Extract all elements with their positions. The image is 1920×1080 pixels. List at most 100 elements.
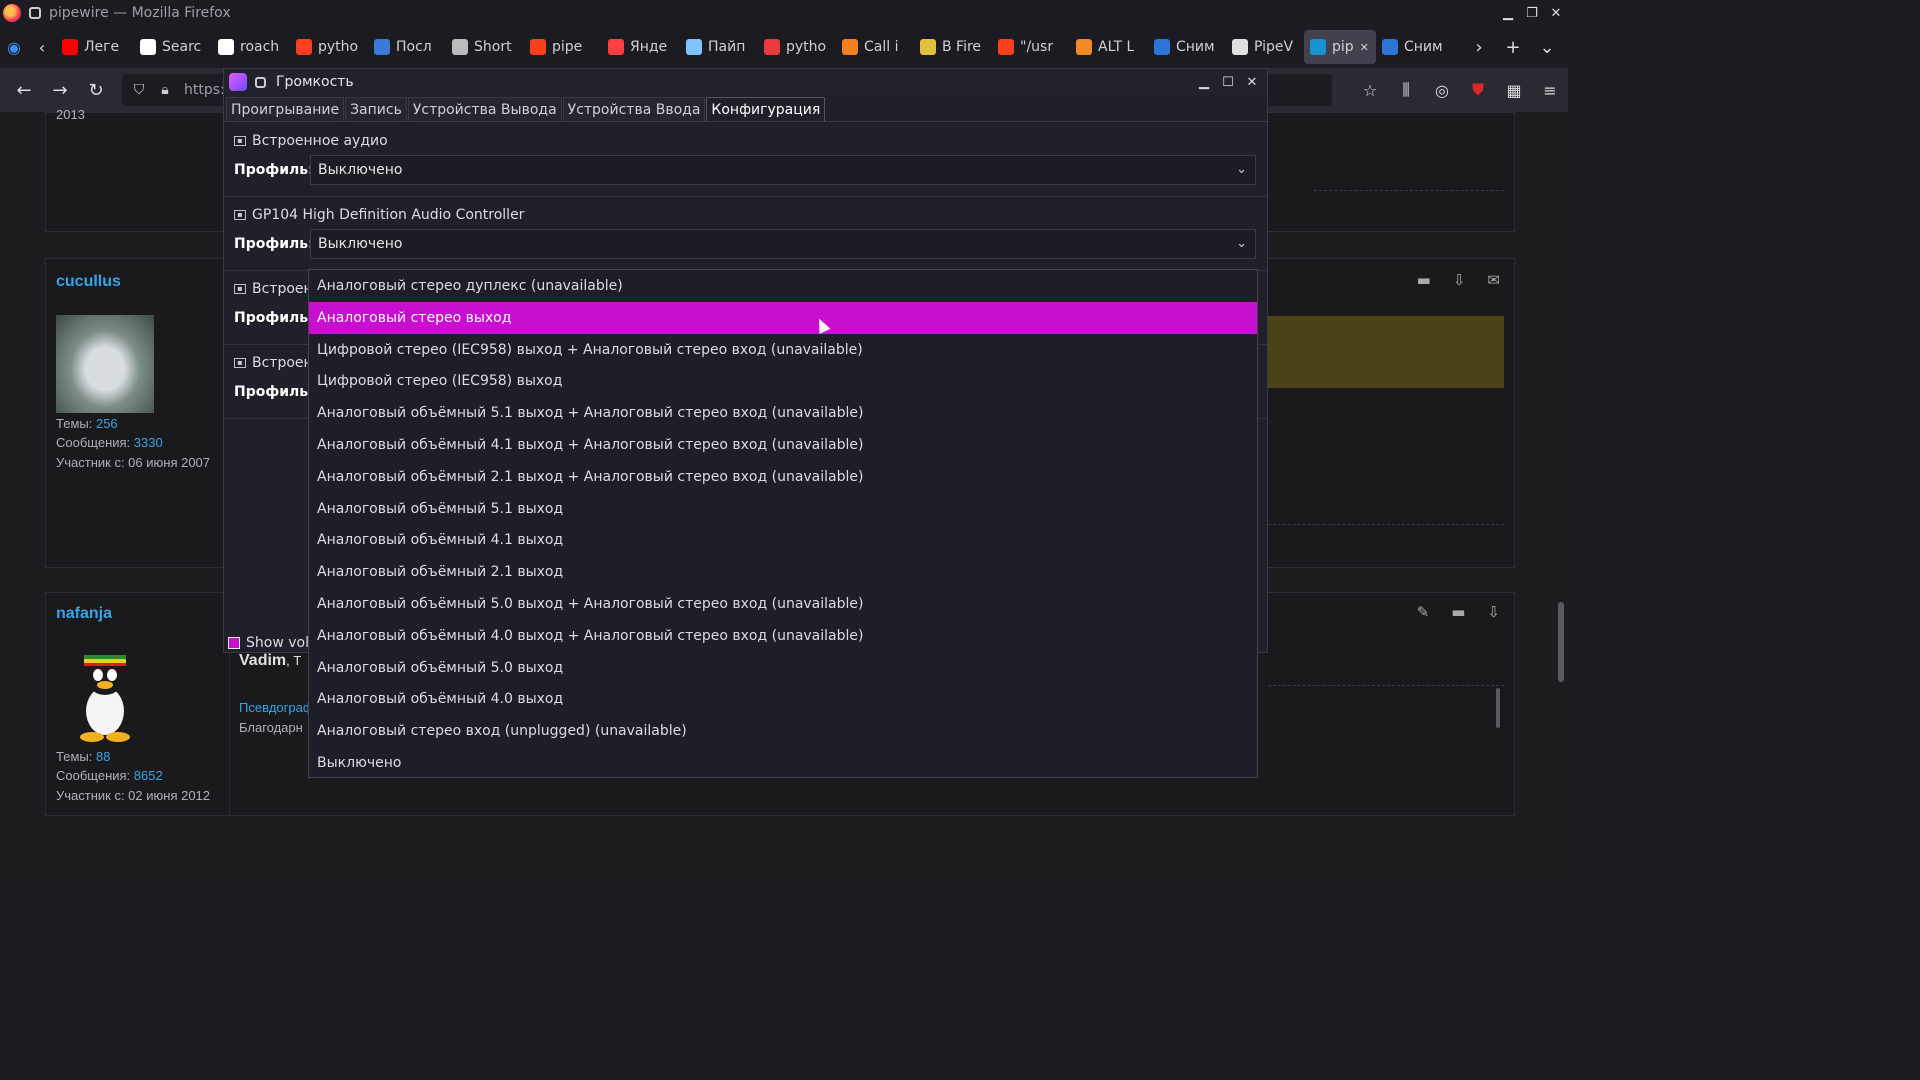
dropdown-option[interactable]: Аналоговый объёмный 5.1 выход	[309, 493, 1257, 525]
browser-tab[interactable]: pipe	[524, 30, 602, 64]
post-username[interactable]: cucullus	[56, 273, 121, 291]
browser-tab[interactable]: Short	[446, 30, 524, 64]
browser-tab[interactable]: Call i	[836, 30, 914, 64]
tab-label: pytho	[786, 39, 827, 55]
mail-icon[interactable]: ✉	[1487, 271, 1500, 289]
tab-playback[interactable]: Проигрывание	[226, 97, 345, 121]
dropdown-option[interactable]: Аналоговый объёмный 5.0 выход + Аналогов…	[309, 588, 1257, 620]
tab-divider	[224, 121, 1267, 122]
tab-output-devices[interactable]: Устройства Вывода	[407, 97, 562, 121]
tab-configuration[interactable]: Конфигурация	[706, 97, 826, 121]
browser-tab[interactable]: pytho	[758, 30, 836, 64]
avatar-penguin	[56, 645, 154, 743]
shield-icon[interactable]: ⛉	[130, 81, 148, 99]
dropdown-option[interactable]: Аналоговый объёмный 4.1 выход	[309, 524, 1257, 556]
quote-icon[interactable]: ⇩	[1487, 603, 1500, 621]
topics-count[interactable]: 256	[96, 416, 118, 431]
tab-close-icon[interactable]: ✕	[1360, 41, 1369, 54]
show-volume-meters[interactable]: Show volu	[228, 635, 318, 651]
page-scrollbar[interactable]	[1558, 602, 1564, 682]
code-scrollbar[interactable]	[1496, 688, 1500, 728]
post-link[interactable]: Псевдограф	[239, 700, 314, 715]
tab-list-chevron-icon[interactable]: ⌄	[1532, 32, 1562, 62]
post-username[interactable]: nafanja	[56, 605, 112, 623]
messages-count[interactable]: 3330	[134, 435, 163, 450]
dropdown-option[interactable]: Аналоговый объёмный 4.0 выход + Аналогов…	[309, 620, 1257, 652]
dropdown-option[interactable]: Выключено	[309, 747, 1257, 779]
profile-select[interactable]: Выключено ⌄	[310, 155, 1256, 185]
minimize-icon[interactable]: ▁	[1193, 71, 1215, 93]
restore-icon[interactable]: ❐	[1520, 2, 1544, 24]
profile-value: Выключено	[318, 162, 403, 178]
back-icon[interactable]: ←	[6, 74, 42, 106]
ublock-icon[interactable]: ⛊	[1460, 74, 1496, 106]
new-tab-icon[interactable]: +	[1498, 32, 1528, 62]
extension-grid-icon[interactable]: ▦	[1496, 74, 1532, 106]
browser-tab[interactable]: pytho	[290, 30, 368, 64]
browser-tab[interactable]: "/usr	[992, 30, 1070, 64]
url-text[interactable]: https:	[184, 82, 225, 98]
quote-icon[interactable]: ⇩	[1453, 271, 1466, 289]
browser-tab[interactable]: Пайп	[680, 30, 758, 64]
browser-tab[interactable]: Леге	[56, 30, 134, 64]
yandex-icon	[530, 39, 546, 55]
tabs-container: Леге Searc roach pytho Посл Short pipe Янде Пайп…	[56, 30, 1454, 64]
dropdown-option[interactable]: Аналоговый объёмный 5.1 выход + Аналогов…	[309, 397, 1257, 429]
dropdown-option[interactable]: Аналоговый стерео дуплекс (unavailable)	[309, 270, 1257, 302]
dropdown-option[interactable]: Аналоговый объёмный 2.1 выход	[309, 556, 1257, 588]
edit-icon[interactable]: ✎	[1417, 603, 1430, 621]
star-doc-icon	[920, 39, 936, 55]
firefox-view-icon[interactable]: ◉	[0, 33, 28, 61]
show-volume-checkbox[interactable]	[228, 637, 240, 649]
figure-icon	[1232, 39, 1248, 55]
browser-tab[interactable]: В Fire	[914, 30, 992, 64]
close-icon[interactable]: ✕	[1241, 71, 1263, 93]
dropdown-option[interactable]: Аналоговый объёмный 2.1 выход + Аналогов…	[309, 461, 1257, 493]
browser-tab[interactable]: Янде	[602, 30, 680, 64]
topics-stat: Темы: 256	[56, 416, 118, 431]
reload-icon[interactable]: ↻	[78, 74, 114, 106]
extension-icon[interactable]: ◎	[1424, 74, 1460, 106]
pin-icon[interactable]	[29, 7, 41, 19]
minimize-icon[interactable]: ▁	[1496, 2, 1520, 24]
browser-tab[interactable]: Сним	[1376, 30, 1454, 64]
qa-icon	[764, 39, 780, 55]
browser-tab[interactable]: Сним	[1148, 30, 1226, 64]
browser-tab[interactable]: Searc	[134, 30, 212, 64]
maximize-icon[interactable]: ☐	[1217, 71, 1239, 93]
card-name: Встроенное аудио	[252, 133, 388, 149]
browser-tab[interactable]: roach	[212, 30, 290, 64]
reply-icon[interactable]: ▬	[1417, 271, 1431, 289]
browser-tab[interactable]: ALT L	[1070, 30, 1148, 64]
forward-icon[interactable]: →	[42, 74, 78, 106]
pin-icon[interactable]	[255, 76, 266, 88]
tab-label: Call i	[864, 39, 899, 55]
tab-recording[interactable]: Запись	[345, 97, 407, 121]
tab-input-devices[interactable]: Устройства Ввода	[562, 97, 706, 121]
tabs-scroll-left-icon[interactable]: ‹	[28, 33, 56, 61]
close-icon[interactable]: ✕	[1544, 2, 1568, 24]
tabs-scroll-right-icon[interactable]: ›	[1464, 32, 1494, 62]
lock-icon[interactable]: 🔒︎	[156, 81, 174, 99]
bookmark-star-icon[interactable]: ☆	[1352, 74, 1388, 106]
browser-tab[interactable]: Посл	[368, 30, 446, 64]
divider	[1314, 190, 1504, 191]
dropdown-option[interactable]: Аналоговый объёмный 5.0 выход	[309, 652, 1257, 684]
yandex-icon	[296, 39, 312, 55]
reply-icon[interactable]: ▬	[1451, 603, 1465, 621]
dropdown-option[interactable]: Аналоговый объёмный 4.0 выход	[309, 683, 1257, 715]
browser-titlebar: pipewire — Mozilla Firefox ▁ ❐ ✕	[0, 0, 1568, 26]
library-icon[interactable]: ⫼	[1388, 74, 1424, 106]
browser-tab[interactable]: pip ✕	[1304, 30, 1376, 64]
dropdown-option[interactable]: Цифровой стерео (IEC958) выход + Аналого…	[309, 334, 1257, 366]
topics-count[interactable]: 88	[96, 749, 110, 764]
browser-tab[interactable]: PipeV	[1226, 30, 1304, 64]
profile-select[interactable]: Выключено ⌄	[310, 229, 1256, 259]
dropdown-option[interactable]: Цифровой стерео (IEC958) выход	[309, 365, 1257, 397]
dropdown-option[interactable]: Аналоговый объёмный 4.1 выход + Аналогов…	[309, 429, 1257, 461]
dropdown-option[interactable]: Аналоговый стерео выход	[309, 301, 1257, 334]
messages-count[interactable]: 8652	[134, 768, 163, 783]
snowflake-icon	[686, 39, 702, 55]
dropdown-option[interactable]: Аналоговый стерео вход (unplugged) (unav…	[309, 715, 1257, 747]
menu-icon[interactable]: ≡	[1532, 74, 1568, 106]
